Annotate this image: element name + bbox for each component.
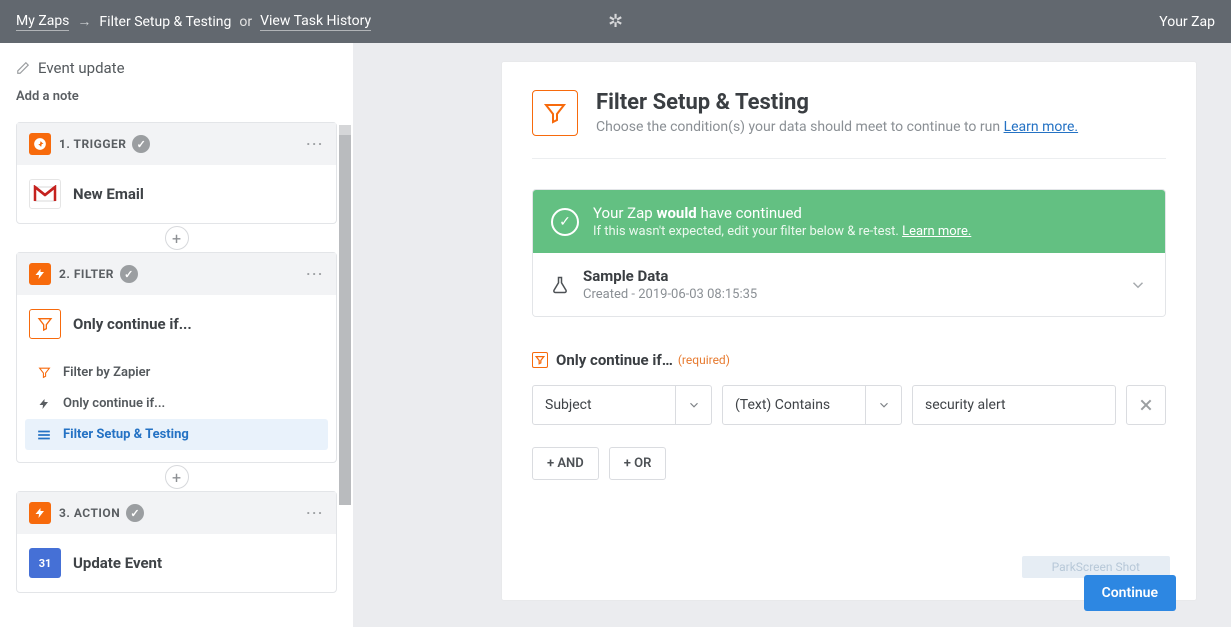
- step3-menu[interactable]: ···: [306, 506, 324, 520]
- field-select[interactable]: Subject: [532, 385, 712, 425]
- step2-sublist: Filter by Zapier Only continue if... Fil…: [17, 353, 336, 462]
- breadcrumb-arrow: →: [77, 13, 91, 30]
- or-button[interactable]: + OR: [609, 447, 667, 480]
- funnel-icon: [29, 309, 61, 339]
- operator-select[interactable]: (Text) Contains: [722, 385, 902, 425]
- test-success-banner: ✓ Your Zap would have continued If this …: [533, 190, 1165, 253]
- success-message-1: Your Zap would have continued: [593, 204, 971, 222]
- sample-subtitle: Created - 2019-06-03 08:15:35: [583, 287, 757, 302]
- sub2-label: Only continue if...: [63, 396, 165, 411]
- bolt-icon: [35, 398, 53, 410]
- funnel-small-icon: [35, 366, 53, 379]
- gear-icon[interactable]: ✲: [608, 11, 623, 32]
- panel-title: Filter Setup & Testing: [596, 90, 1078, 115]
- add-step-button-2[interactable]: +: [165, 465, 189, 489]
- success-check-icon: ✓: [551, 208, 579, 236]
- remove-condition-button[interactable]: [1126, 385, 1166, 425]
- step1-label: 1. TRIGGER: [59, 137, 126, 151]
- filter-step-icon: [29, 263, 51, 285]
- pencil-icon: [16, 61, 30, 75]
- test-result-box: ✓ Your Zap would have continued If this …: [532, 189, 1166, 317]
- step3-label: 3. ACTION: [59, 506, 120, 520]
- calendar-icon: 31: [29, 548, 61, 578]
- check-icon: ✓: [120, 265, 138, 283]
- breadcrumb-or: or: [239, 14, 252, 30]
- sub1-label: Filter by Zapier: [63, 365, 150, 380]
- continue-button[interactable]: Continue: [1084, 575, 1176, 611]
- field-select-value: Subject: [533, 397, 675, 413]
- success-message-2: If this wasn't expected, edit your filte…: [593, 224, 971, 239]
- and-button[interactable]: + AND: [532, 447, 599, 480]
- step1-body[interactable]: New Email: [17, 165, 336, 223]
- connector-1: +: [16, 224, 337, 252]
- filter-setup-panel: Filter Setup & Testing Choose the condit…: [501, 61, 1197, 601]
- main-area: Filter Setup & Testing Choose the condit…: [353, 43, 1231, 627]
- top-bar: My Zaps → Filter Setup & Testing or View…: [0, 0, 1231, 43]
- chevron-down-icon: [1129, 276, 1147, 294]
- sample-title: Sample Data: [583, 267, 757, 285]
- required-label: (required): [678, 353, 730, 367]
- panel-subtitle: Choose the condition(s) your data should…: [596, 119, 1078, 135]
- trigger-icon: [29, 133, 51, 155]
- sample-data-row[interactable]: Sample Data Created - 2019-06-03 08:15:3…: [533, 253, 1165, 316]
- topbar-right-label[interactable]: Your Zap: [1159, 14, 1215, 30]
- step3-body[interactable]: 31 Update Event: [17, 534, 336, 592]
- gmail-icon: [29, 179, 61, 209]
- step2-menu[interactable]: ···: [306, 267, 324, 281]
- sidebar: Event update Add a note 1. TRIGGER ✓ ···…: [0, 43, 353, 627]
- subitem-filter-by-zapier[interactable]: Filter by Zapier: [25, 357, 328, 388]
- step2-name: Only continue if...: [73, 315, 192, 333]
- check-icon: ✓: [132, 135, 150, 153]
- panel-header: Filter Setup & Testing Choose the condit…: [532, 90, 1166, 159]
- step1-menu[interactable]: ···: [306, 137, 324, 151]
- step-header-trigger[interactable]: 1. TRIGGER ✓ ···: [17, 123, 336, 165]
- chevron-down-icon[interactable]: [675, 386, 711, 424]
- learn-more-link[interactable]: Learn more.: [1004, 119, 1079, 135]
- flask-icon: [551, 275, 571, 295]
- check-icon: ✓: [126, 504, 144, 522]
- list-icon: [35, 429, 53, 441]
- sub3-label: Filter Setup & Testing: [63, 427, 189, 442]
- add-step-button-1[interactable]: +: [165, 226, 189, 250]
- connector-2: +: [16, 463, 337, 491]
- step2-label: 2. FILTER: [59, 267, 114, 281]
- breadcrumb-my-zaps[interactable]: My Zaps: [16, 13, 69, 31]
- step1-name: New Email: [73, 185, 144, 203]
- step3-name: Update Event: [73, 554, 162, 572]
- step2-body[interactable]: Only continue if...: [17, 295, 336, 353]
- action-step-icon: [29, 502, 51, 524]
- condition-label: Only continue if… (required): [532, 351, 1166, 369]
- subitem-filter-setup-testing[interactable]: Filter Setup & Testing: [25, 419, 328, 450]
- zap-title-row[interactable]: Event update: [16, 59, 337, 77]
- condition-row: Subject (Text) Contains: [532, 385, 1166, 425]
- breadcrumb-history[interactable]: View Task History: [260, 13, 371, 31]
- logic-buttons: + AND + OR: [532, 447, 1166, 480]
- scrollbar[interactable]: [339, 125, 353, 505]
- value-input[interactable]: [912, 385, 1116, 425]
- zap-title: Event update: [38, 59, 125, 77]
- step-header-filter[interactable]: 2. FILTER ✓ ···: [17, 253, 336, 295]
- learn-more-link-2[interactable]: Learn more.: [902, 224, 971, 239]
- subitem-only-continue[interactable]: Only continue if...: [25, 388, 328, 419]
- chevron-down-icon[interactable]: [865, 386, 901, 424]
- step-header-action[interactable]: 3. ACTION ✓ ···: [17, 492, 336, 534]
- step-card-action[interactable]: 3. ACTION ✓ ··· 31 Update Event: [16, 491, 337, 593]
- condition-label-text: Only continue if…: [556, 351, 673, 369]
- breadcrumb-current: Filter Setup & Testing: [99, 14, 231, 30]
- step-card-trigger[interactable]: 1. TRIGGER ✓ ··· New Email: [16, 122, 337, 224]
- funnel-small-icon: [532, 352, 548, 368]
- step-card-filter[interactable]: 2. FILTER ✓ ··· Only continue if... Filt…: [16, 252, 337, 463]
- operator-select-value: (Text) Contains: [723, 397, 865, 413]
- funnel-icon: [532, 90, 578, 136]
- add-note-link[interactable]: Add a note: [16, 89, 337, 104]
